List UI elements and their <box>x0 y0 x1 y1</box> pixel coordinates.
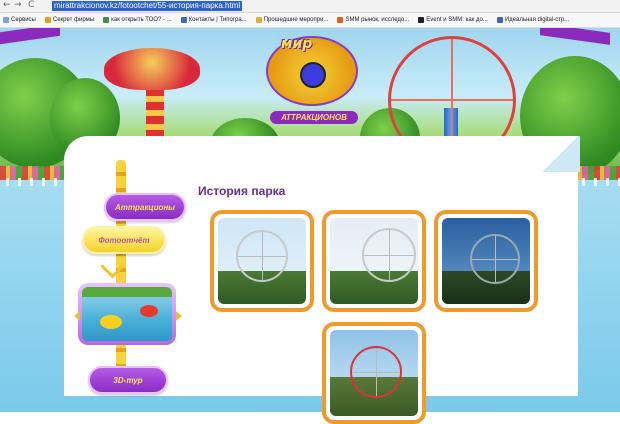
photo-ferris-wheel <box>442 218 530 304</box>
nav-photo-report-label: Фотоотчёт <box>98 235 150 245</box>
bookmark-secret-firm[interactable]: Секрет фирмы <box>42 17 94 23</box>
slider-grass <box>82 287 172 297</box>
ribbon-decoration <box>540 28 610 45</box>
apps-icon <box>3 17 9 23</box>
page-curl-decoration <box>540 136 580 172</box>
ribbon-decoration <box>0 28 60 45</box>
photo-ferris-wheel <box>330 330 418 416</box>
nav-attractions-label: Аттракционы <box>115 202 175 212</box>
nav-photo-report-button[interactable]: Фотоотчёт <box>82 226 166 254</box>
bookmark-smm[interactable]: SMM рынок, исследо... <box>334 17 409 23</box>
bumper-boat <box>100 315 122 329</box>
bookmarks-bar: Сервисы Секрет фирмы как открыть ТОО? - … <box>0 13 620 28</box>
url-field[interactable]: mirattrakcionov.kz/fotootchet/55-история… <box>52 1 243 11</box>
bookmark-favicon <box>337 17 344 23</box>
bookmark-favicon <box>418 17 425 23</box>
bookmark-favicon <box>255 17 262 23</box>
bookmark-digital[interactable]: Идеальная digital-стр... <box>494 17 569 23</box>
bookmark-favicon <box>103 17 110 23</box>
gallery-thumbnail[interactable] <box>322 322 426 424</box>
bookmark-services[interactable]: Сервисы <box>0 17 36 23</box>
gallery-thumbnail[interactable] <box>434 210 538 312</box>
back-icon[interactable]: ← <box>3 0 11 11</box>
logo-subtitle: АТТРАКЦИОНОВ <box>270 111 358 124</box>
bookmark-events[interactable]: Прошедшие меропри... <box>253 17 328 23</box>
ferris-wheel-image <box>470 234 520 284</box>
slider-next-icon[interactable] <box>176 311 182 321</box>
photo-ferris-wheel <box>330 218 418 304</box>
bumper-boat <box>140 305 158 317</box>
ferris-wheel-image <box>362 228 416 282</box>
nav-3d-tour-label: 3D-тур <box>113 375 143 385</box>
page-title: История парка <box>198 184 286 198</box>
forward-icon[interactable]: → <box>14 0 22 11</box>
reload-icon[interactable]: C <box>28 0 34 11</box>
browser-address-bar: ← → C mirattrakcionov.kz/fotootchet/55-и… <box>0 0 620 13</box>
ferris-wheel-image <box>350 346 402 398</box>
slider-prev-icon[interactable] <box>74 311 80 321</box>
nav-3d-tour-button[interactable]: 3D-тур <box>88 366 168 394</box>
nav-attractions-button[interactable]: Аттракционы <box>104 193 186 221</box>
photo-slider[interactable] <box>78 283 176 345</box>
photo-ferris-wheel <box>218 218 306 304</box>
bookmark-event-smm[interactable]: Event и SMM: как до... <box>415 17 488 23</box>
bookmark-contacts[interactable]: Контакты | Типогра... <box>178 17 247 23</box>
slider-image <box>82 287 172 341</box>
bookmark-favicon <box>180 17 187 23</box>
ferris-wheel-image <box>236 230 288 282</box>
gallery-thumbnail[interactable] <box>322 210 426 312</box>
bookmark-too[interactable]: как открыть ТОО? - ... <box>100 17 172 23</box>
bookmark-favicon <box>44 17 51 23</box>
logo-title: мир <box>281 36 313 52</box>
bookmark-favicon <box>496 17 503 23</box>
logo-mascot <box>300 62 326 88</box>
gallery-thumbnail[interactable] <box>210 210 314 312</box>
carousel-illustration <box>104 48 200 90</box>
